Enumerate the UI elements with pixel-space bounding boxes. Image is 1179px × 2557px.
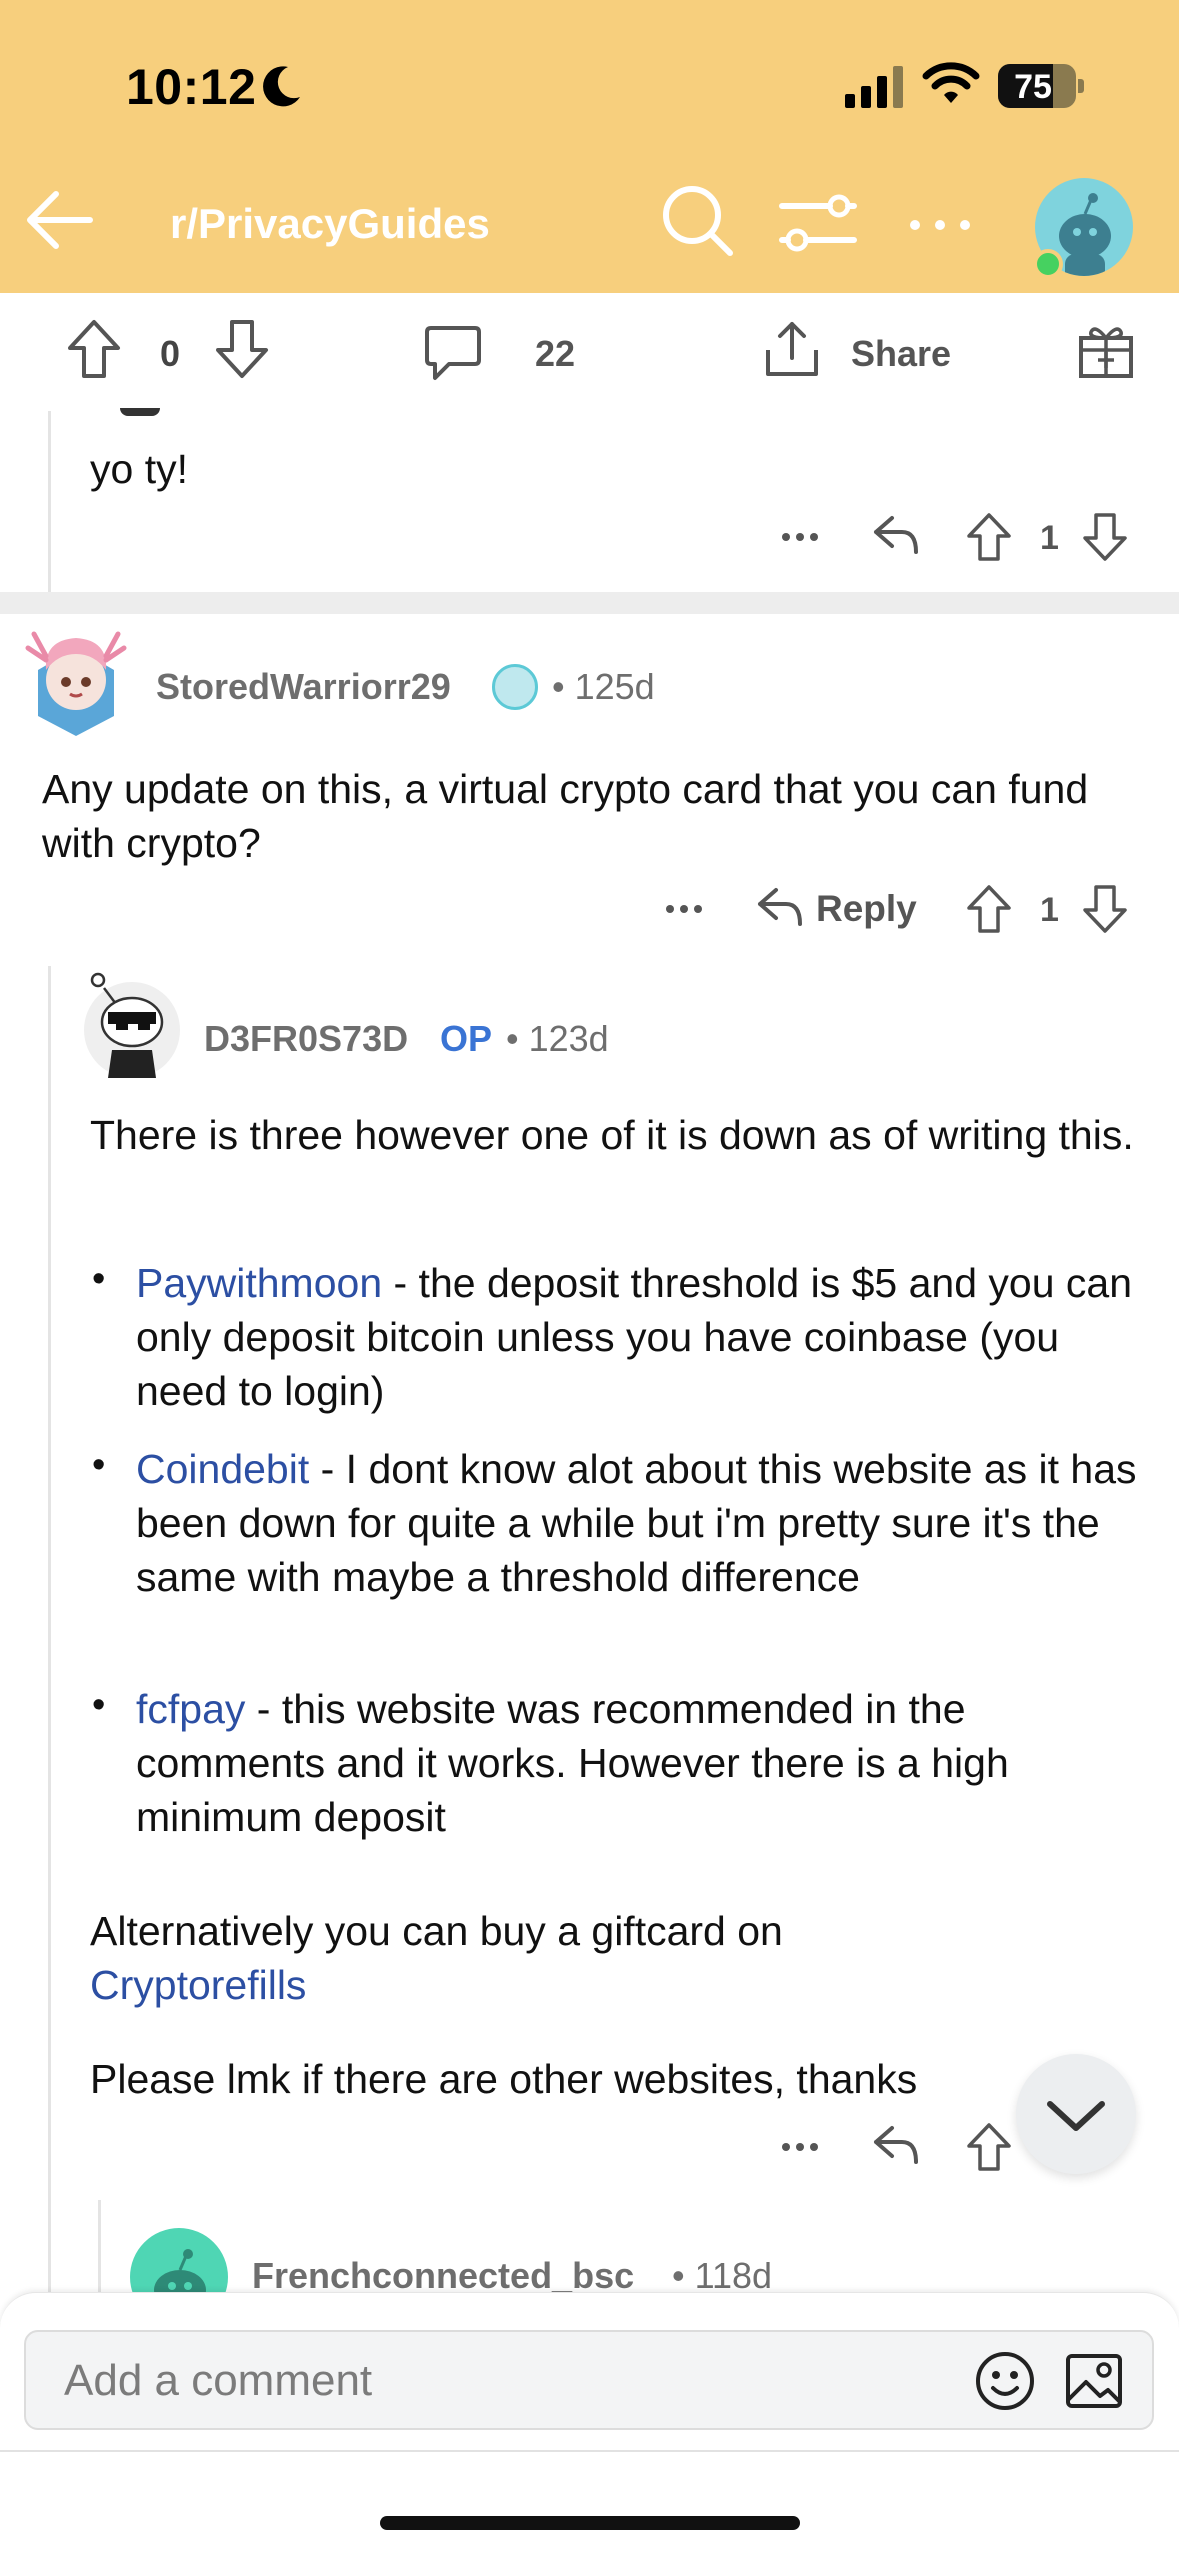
more-options-icon[interactable] — [780, 2132, 820, 2162]
image-attach-icon[interactable] — [1064, 2350, 1126, 2412]
thread-line — [48, 966, 51, 2292]
battery-level: 75 — [1014, 68, 1052, 106]
reply-arrow-icon[interactable] — [872, 2122, 920, 2166]
focus-moon-icon — [262, 63, 304, 109]
coindebit-link[interactable]: Coindebit — [136, 1446, 309, 1492]
bullet: • — [92, 1684, 106, 1726]
comment-age-value: 125d — [574, 666, 655, 707]
sort-filter-icon[interactable] — [778, 192, 858, 256]
bullet: • — [92, 1258, 106, 1300]
upvote-icon[interactable] — [66, 318, 122, 380]
list-item-text: - this website was recommended in the co… — [136, 1686, 1009, 1840]
paywithmoon-link[interactable]: Paywithmoon — [136, 1260, 382, 1306]
more-options-icon[interactable] — [664, 894, 704, 924]
search-icon[interactable] — [660, 183, 736, 259]
thread-line — [48, 411, 51, 592]
comment-age-value: 118d — [694, 2255, 773, 2296]
comment-closing: Please lmk if there are other websites, … — [90, 2056, 918, 2102]
list-item: Coindebit - I dont know alot about this … — [136, 1442, 1156, 1604]
fcfpay-link[interactable]: fcfpay — [136, 1686, 245, 1732]
battery-icon: 75 — [998, 64, 1076, 108]
emoji-icon[interactable] — [974, 2350, 1036, 2412]
more-options-icon[interactable] — [905, 200, 975, 250]
user-avatar[interactable] — [24, 620, 128, 738]
thread-line — [98, 2200, 101, 2292]
divider — [0, 2450, 1179, 2452]
comment-input-placeholder[interactable]: Add a comment — [64, 2356, 372, 2406]
subreddit-title[interactable]: r/PrivacyGuides — [170, 200, 490, 248]
online-status-dot — [1033, 249, 1063, 279]
comment-intro: There is three however one of it is down… — [90, 1112, 1134, 1158]
user-flair-icon — [492, 664, 538, 710]
upvote-icon[interactable] — [966, 884, 1012, 934]
comment-username[interactable]: D3FR0S73D — [204, 1018, 408, 1060]
comment-text: yo ty! — [90, 446, 188, 492]
share-icon[interactable] — [762, 318, 822, 380]
list-item: fcfpay - this website was recommended in… — [136, 1682, 1156, 1844]
downvote-icon[interactable] — [1082, 512, 1128, 562]
status-time: 10:12 — [126, 59, 257, 115]
reply-arrow-icon[interactable] — [872, 512, 920, 556]
comment-age: • 118d — [672, 2255, 773, 2296]
cryptorefills-link[interactable]: Cryptorefills — [90, 1962, 306, 2008]
alt-text: Alternatively you can buy a giftcard on — [90, 1908, 783, 1954]
avatar-fragment — [120, 408, 160, 416]
wifi-icon — [922, 60, 980, 106]
share-button[interactable]: Share — [851, 333, 951, 375]
home-indicator[interactable] — [380, 2516, 800, 2530]
battery-cap — [1078, 79, 1084, 93]
back-arrow-icon[interactable] — [20, 180, 100, 260]
comment-score: 1 — [1040, 519, 1059, 557]
cellular-signal-icon — [845, 66, 907, 108]
scroll-down-button[interactable] — [1016, 2054, 1136, 2174]
app-header — [0, 0, 1179, 293]
downvote-icon[interactable] — [1082, 884, 1128, 934]
upvote-icon[interactable] — [966, 2122, 1012, 2172]
more-options-icon[interactable] — [780, 522, 820, 552]
bullet: • — [92, 1444, 106, 1486]
comment-text: Any update on this, a virtual crypto car… — [42, 766, 1089, 866]
comment-age: • 123d — [506, 1018, 609, 1059]
comment-paragraph: Alternatively you can buy a giftcard on C… — [90, 1904, 1150, 2012]
comment-age: • 125d — [552, 666, 655, 707]
comment-bubble-icon[interactable] — [423, 322, 483, 382]
comment-username[interactable]: Frenchconnected_bsc — [252, 2255, 634, 2297]
reply-button[interactable]: Reply — [816, 888, 917, 930]
comment-username[interactable]: StoredWarriorr29 — [156, 666, 451, 708]
user-avatar[interactable] — [82, 970, 182, 1080]
op-badge: OP — [440, 1018, 493, 1059]
reply-arrow-icon[interactable] — [756, 884, 804, 928]
list-item: Paywithmoon - the deposit threshold is $… — [136, 1256, 1156, 1418]
upvote-icon[interactable] — [966, 512, 1012, 562]
downvote-icon[interactable] — [214, 318, 270, 380]
comment-separator — [0, 592, 1179, 614]
comment-age-value: 123d — [528, 1018, 609, 1059]
comment-count[interactable]: 22 — [535, 333, 575, 375]
award-gift-icon[interactable] — [1077, 322, 1135, 380]
comment-score: 1 — [1040, 891, 1059, 929]
post-score: 0 — [160, 333, 181, 374]
